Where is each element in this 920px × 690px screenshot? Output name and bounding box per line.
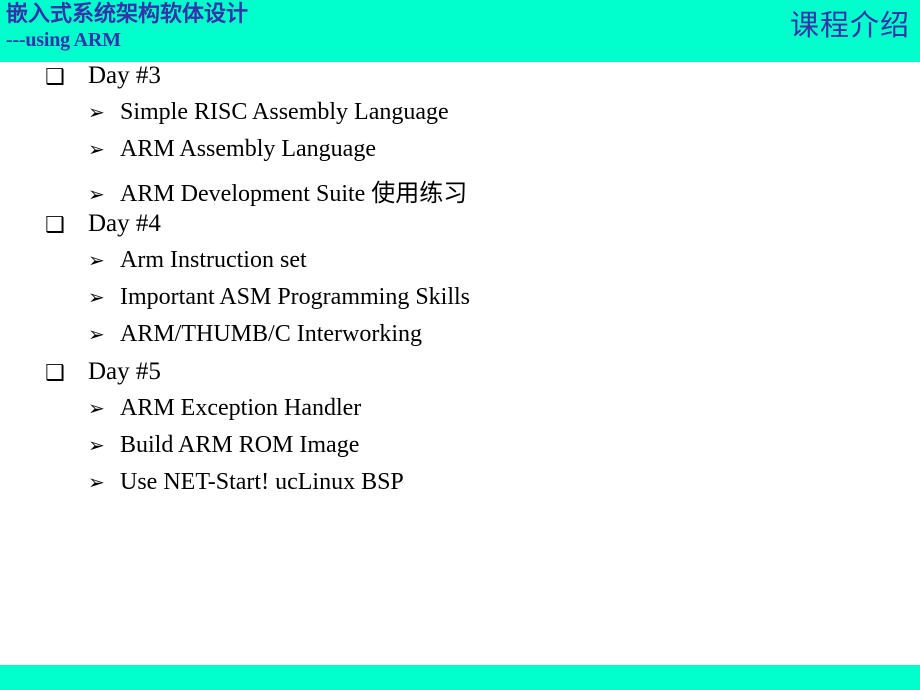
content-section: ❑ Day #5 ➢ ARM Exception Handler ➢ Build…: [0, 358, 920, 506]
list-item-label: Important ASM Programming Skills: [120, 284, 471, 310]
list-item-label: ARM Exception Handler: [120, 395, 362, 421]
list-item: ➢ Build ARM ROM Image: [0, 432, 920, 469]
section-heading-row: ❑ Day #5: [0, 358, 920, 395]
content-section: ❑ Day #4 ➢ Arm Instruction set ➢ Importa…: [0, 210, 920, 358]
list-item-label: ARM Development Suite 使用练习: [120, 181, 468, 207]
content-section: ❑ Day #3 ➢ Simple RISC Assembly Language…: [0, 62, 920, 210]
slide-header-band: 嵌入式系统架构软体设计 ---using ARM 课程介绍: [0, 0, 920, 62]
slide-section-label: 课程介绍: [789, 8, 910, 42]
list-item: ➢ ARM Assembly Language: [0, 136, 920, 173]
arrowhead-bullet-icon: ➢: [88, 248, 105, 272]
list-item: ➢ Simple RISC Assembly Language: [0, 99, 920, 136]
section-heading-row: ❑ Day #3: [0, 62, 920, 99]
arrowhead-bullet-icon: ➢: [88, 182, 105, 206]
arrowhead-bullet-icon: ➢: [88, 433, 105, 457]
list-item: ➢ ARM/THUMB/C Interworking: [0, 321, 920, 358]
arrowhead-bullet-icon: ➢: [88, 396, 105, 420]
list-item-label: Build ARM ROM Image: [120, 432, 360, 458]
shadowed-square-bullet-icon: ❑: [45, 65, 65, 90]
list-item-label: ARM/THUMB/C Interworking: [120, 321, 422, 347]
list-item: ➢ ARM Development Suite 使用练习: [0, 173, 920, 210]
section-heading-text: Day #5: [88, 358, 161, 385]
header-title-group: 嵌入式系统架构软体设计 ---using ARM: [6, 1, 248, 52]
list-item-label: Simple RISC Assembly Language: [120, 99, 449, 125]
shadowed-square-bullet-icon: ❑: [45, 361, 65, 386]
list-item-label: Arm Instruction set: [120, 247, 307, 273]
list-item-label: Use NET-Start! ucLinux BSP: [120, 469, 404, 495]
arrowhead-bullet-icon: ➢: [88, 285, 105, 309]
arrowhead-bullet-icon: ➢: [88, 137, 105, 161]
list-item: ➢ Use NET-Start! ucLinux BSP: [0, 469, 920, 506]
list-item: ➢ Arm Instruction set: [0, 247, 920, 284]
presentation-subtitle: ---using ARM: [6, 29, 121, 52]
section-heading-text: Day #4: [88, 210, 161, 237]
slide-content-area: ❑ Day #3 ➢ Simple RISC Assembly Language…: [0, 62, 920, 665]
list-item: ➢ ARM Exception Handler: [0, 395, 920, 432]
section-heading-text: Day #3: [88, 62, 161, 89]
arrowhead-bullet-icon: ➢: [88, 470, 105, 494]
shadowed-square-bullet-icon: ❑: [45, 213, 65, 238]
list-item: ➢ Important ASM Programming Skills: [0, 284, 920, 321]
section-heading-row: ❑ Day #4: [0, 210, 920, 247]
arrowhead-bullet-icon: ➢: [88, 100, 105, 124]
arrowhead-bullet-icon: ➢: [88, 322, 105, 346]
list-item-label: ARM Assembly Language: [120, 136, 376, 162]
presentation-title-cn: 嵌入式系统架构软体设计: [6, 2, 249, 27]
slide-footer-band: [0, 665, 920, 690]
